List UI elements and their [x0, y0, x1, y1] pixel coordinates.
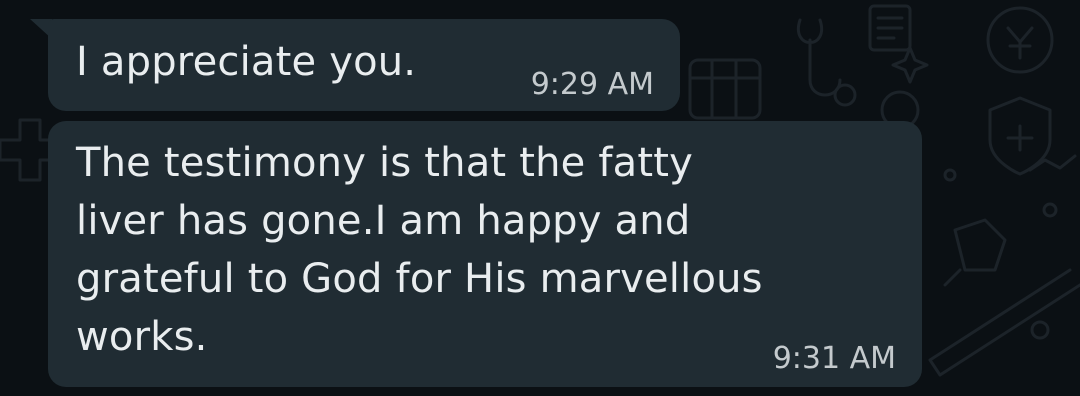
- message-timestamp: 9:29 AM: [530, 67, 654, 102]
- message-bubble[interactable]: The testimony is that the fatty liver ha…: [48, 121, 922, 387]
- sparkle-icon: [891, 46, 929, 84]
- pin-icon: [943, 218, 1007, 287]
- message-timestamp: 9:31 AM: [772, 341, 896, 376]
- message-text: The testimony is that the fatty liver ha…: [76, 140, 763, 360]
- calendar-icon: [688, 58, 762, 120]
- message-text: I appreciate you.: [76, 39, 417, 85]
- message-bubble[interactable]: I appreciate you. 9:29 AM: [48, 19, 680, 111]
- stethoscope-icon: [796, 18, 842, 97]
- ruler-icon: [928, 268, 1080, 377]
